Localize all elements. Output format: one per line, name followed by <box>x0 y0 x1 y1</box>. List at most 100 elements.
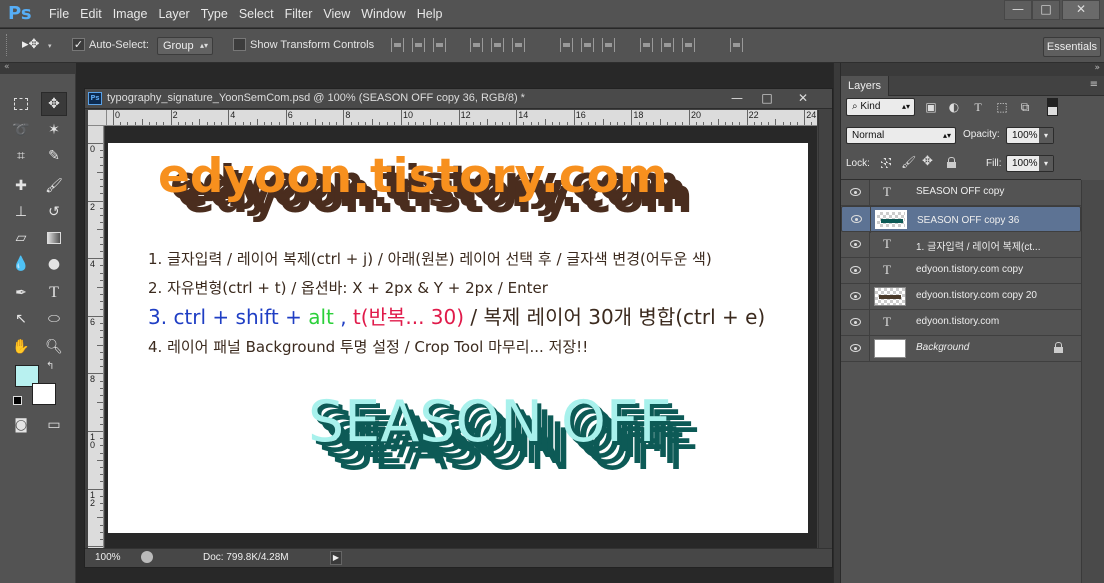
marquee-tool-icon[interactable] <box>8 92 34 116</box>
distribute-right-icon[interactable] <box>682 38 695 52</box>
layer-row-season-off-copy-36[interactable]: SEASON OFF copy 36 <box>841 206 1081 233</box>
lock-position-icon[interactable]: ✥ <box>922 154 933 169</box>
tool-preset-chevron-icon[interactable]: ▾ <box>48 42 52 50</box>
ellipse-tool-icon[interactable]: ⬭ <box>41 307 67 331</box>
dodge-tool-icon[interactable]: ● <box>41 252 67 276</box>
filter-smart-object-icon[interactable]: ⧉ <box>1018 100 1032 114</box>
menu-help[interactable]: Help <box>416 0 451 28</box>
tab-layers[interactable]: Layers <box>841 76 890 96</box>
visibility-eye-icon[interactable] <box>850 240 861 248</box>
distribute-hcenter-icon[interactable] <box>661 38 674 52</box>
status-menu-arrow-icon[interactable]: ▶ <box>330 551 342 565</box>
filter-toggle-switch[interactable] <box>1047 98 1058 116</box>
panel-dock-divider[interactable] <box>833 63 841 583</box>
distribute-bottom-icon[interactable] <box>602 38 615 52</box>
workspace-essentials-button[interactable]: Essentials <box>1043 37 1101 57</box>
history-brush-tool-icon[interactable]: ↺ <box>41 200 67 224</box>
layer-filter-kind-dropdown[interactable]: ⌕ Kind ▴▾ <box>846 98 915 116</box>
menu-image[interactable]: Image <box>112 0 156 28</box>
layers-scrollbar[interactable] <box>1081 180 1104 583</box>
align-vcenter-icon[interactable] <box>412 38 425 52</box>
background-color-swatch[interactable] <box>32 383 56 405</box>
layer-row-season-off-copy[interactable]: T SEASON OFF copy <box>841 180 1081 206</box>
canvas[interactable]: edyoon.tistory.com edyoon.tistory.com ed… <box>108 143 808 533</box>
pen-tool-icon[interactable]: ✒ <box>8 281 34 305</box>
align-right-icon[interactable] <box>512 38 525 52</box>
filter-adjustment-icon[interactable]: ◐ <box>947 100 961 114</box>
fill-input[interactable]: 100% ▾ <box>1006 155 1054 172</box>
visibility-eye-icon[interactable] <box>850 188 861 196</box>
menu-edit[interactable]: Edit <box>79 0 110 28</box>
auto-select-checkbox[interactable]: ✓ <box>72 38 85 51</box>
blend-mode-dropdown[interactable]: Normal ▴▾ <box>846 127 956 144</box>
filter-pixel-icon[interactable]: ▣ <box>924 100 938 114</box>
document-close-button[interactable]: ✕ <box>791 90 815 106</box>
brush-tool-icon[interactable]: 🖌 <box>41 174 67 198</box>
gradient-tool-icon[interactable] <box>41 226 67 250</box>
document-restore-button[interactable]: □ <box>755 90 779 106</box>
healing-tool-icon[interactable]: ✚ <box>8 174 34 198</box>
menu-view[interactable]: View <box>322 0 358 28</box>
menu-window[interactable]: Window <box>360 0 413 28</box>
eraser-tool-icon[interactable]: ▱ <box>8 226 34 250</box>
filter-shape-icon[interactable]: ⬚ <box>995 100 1009 114</box>
path-select-tool-icon[interactable]: ↖ <box>8 307 34 331</box>
show-transform-checkbox[interactable] <box>233 38 246 51</box>
document-titlebar[interactable]: Ps typography_signature_YoonSemCom.psd @… <box>85 89 832 109</box>
window-close-button[interactable]: ✕ <box>1062 0 1100 20</box>
distribute-vcenter-icon[interactable] <box>581 38 594 52</box>
layer-row-edyoon-copy-20[interactable]: edyoon.tistory.com copy 20 <box>841 284 1081 310</box>
filter-type-icon[interactable]: T <box>971 100 985 114</box>
document-vertical-scrollbar[interactable] <box>818 110 832 548</box>
zoom-level[interactable]: 100% <box>95 552 121 563</box>
distribute-top-icon[interactable] <box>560 38 573 52</box>
move-tool-icon[interactable]: ✥ <box>41 92 67 116</box>
magic-wand-tool-icon[interactable]: ✶ <box>41 118 67 142</box>
move-tool-preset-icon[interactable]: ▸✥ <box>22 37 39 52</box>
blur-tool-icon[interactable]: 💧 <box>8 252 34 276</box>
document-minimize-button[interactable]: — <box>725 90 749 106</box>
lasso-tool-icon[interactable]: ➰ <box>8 118 34 142</box>
window-restore-button[interactable]: □ <box>1032 0 1060 20</box>
align-left-icon[interactable] <box>470 38 483 52</box>
align-top-icon[interactable] <box>391 38 404 52</box>
visibility-eye-icon[interactable] <box>850 318 861 326</box>
layer-row-edyoon[interactable]: T edyoon.tistory.com <box>841 310 1081 336</box>
type-tool-icon[interactable]: T <box>41 281 67 305</box>
window-minimize-button[interactable]: — <box>1004 0 1032 20</box>
distribute-left-icon[interactable] <box>640 38 653 52</box>
horizontal-ruler[interactable]: 0 2 4 6 8 10 12 14 16 18 20 22 24 <box>107 110 817 126</box>
panel-menu-icon[interactable]: ≡ <box>1090 79 1098 90</box>
stamp-tool-icon[interactable]: ⊥ <box>8 200 34 224</box>
menu-type[interactable]: Type <box>200 0 236 28</box>
quick-mask-icon[interactable]: ◙ <box>8 413 34 437</box>
ruler-origin[interactable] <box>88 110 107 126</box>
visibility-eye-icon[interactable] <box>850 266 861 274</box>
zoom-tool-icon[interactable]: 🔍︎ <box>41 335 67 359</box>
align-hcenter-icon[interactable] <box>491 38 504 52</box>
auto-align-icon[interactable] <box>730 38 743 52</box>
screen-mode-icon[interactable]: ▭ <box>41 413 67 437</box>
align-bottom-icon[interactable] <box>433 38 446 52</box>
layer-row-background[interactable]: Background <box>841 336 1081 362</box>
crop-tool-icon[interactable]: ⌗ <box>8 144 34 168</box>
menu-filter[interactable]: Filter <box>284 0 321 28</box>
layer-row-steps-text[interactable]: T 1. 글자입력 / 레이어 복제(ct... <box>841 232 1081 258</box>
document-info-icon[interactable] <box>141 551 153 563</box>
menu-layer[interactable]: Layer <box>157 0 197 28</box>
vertical-ruler[interactable]: 0 2 4 6 8 1 0 1 2 <box>88 126 104 552</box>
menu-file[interactable]: File <box>48 0 77 28</box>
visibility-eye-icon[interactable] <box>850 292 861 300</box>
visibility-eye-icon[interactable] <box>850 344 861 352</box>
visibility-eye-icon[interactable] <box>851 215 862 223</box>
layer-row-edyoon-copy[interactable]: T edyoon.tistory.com copy <box>841 258 1081 284</box>
lock-transparent-icon[interactable] <box>881 158 891 168</box>
default-colors-icon[interactable] <box>13 396 22 405</box>
collapse-panel-icon[interactable]: » <box>1094 63 1100 73</box>
opacity-input[interactable]: 100% ▾ <box>1006 127 1054 144</box>
lock-all-icon[interactable] <box>947 157 956 168</box>
lock-pixels-icon[interactable]: 🖌 <box>901 155 916 169</box>
eyedropper-tool-icon[interactable]: ✎ <box>41 144 67 168</box>
menu-select[interactable]: Select <box>238 0 282 28</box>
opacity-chevron-icon[interactable]: ▾ <box>1039 128 1053 143</box>
